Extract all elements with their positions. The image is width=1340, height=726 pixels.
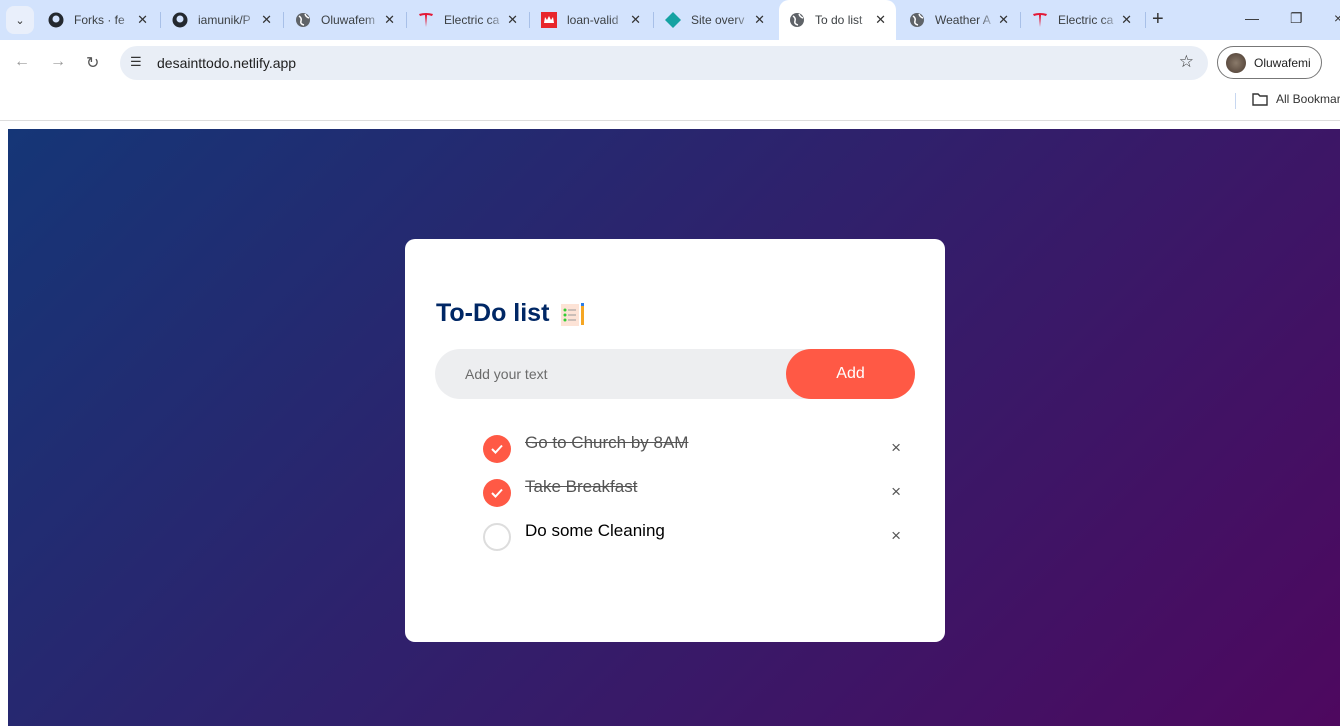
restore-button[interactable]: ❐ [1290,10,1303,27]
todo-item[interactable]: Go to Church by 8AM × [483,433,903,465]
globe-icon [295,12,311,28]
close-tab-icon[interactable]: ✕ [630,12,641,28]
reload-button[interactable]: ↻ [86,53,99,73]
browser-toolbar: ← → ↻ ☰ desainttodo.netlify.app ☆ Oluwaf… [0,40,1340,86]
tab-divider [653,12,654,28]
tab-strip: ⌄ Forks · fe ✕ iamunik/P ✕ Oluwafem ✕ Electric… [0,0,1340,40]
crown-icon [541,12,557,28]
bookmarks-bar: All Bookmarks [0,86,1340,121]
close-tab-icon[interactable]: ✕ [875,12,886,28]
close-tab-icon[interactable]: ✕ [1121,12,1132,28]
close-tab-icon[interactable]: ✕ [261,12,272,28]
close-tab-icon[interactable]: ✕ [507,12,518,28]
close-tab-icon[interactable]: ✕ [137,12,148,28]
tab-title: To do list [815,13,863,27]
tab-2[interactable]: Oluwafem ✕ [285,0,405,40]
tab-title: Oluwafem [321,13,376,27]
tab-divider [160,12,161,28]
profile-button[interactable]: Oluwafemi [1217,46,1322,79]
delete-icon[interactable]: × [891,526,901,546]
tab-4[interactable]: loan-valid ✕ [531,0,651,40]
todo-item[interactable]: Take Breakfast × [483,477,903,509]
checklist-icon [559,301,585,327]
todo-text: Go to Church by 8AM [525,433,689,452]
todo-text: Do some Cleaning [525,521,665,540]
address-bar[interactable]: ☰ desainttodo.netlify.app ☆ [120,46,1208,80]
close-tab-icon[interactable]: ✕ [384,12,395,28]
title-text: To-Do list [436,299,550,327]
tab-3[interactable]: Electric ca ✕ [408,0,528,40]
delete-icon[interactable]: × [891,438,901,458]
tab-divider [406,12,407,28]
tab-divider [283,12,284,28]
folder-icon [1252,93,1268,106]
tab-title: Electric ca [444,13,500,27]
checked-circle-icon[interactable] [483,479,511,507]
tesla-icon [1032,12,1048,28]
site-settings-icon[interactable]: ☰ [130,54,142,70]
divider [1235,93,1236,109]
url-text[interactable]: desainttodo.netlify.app [157,55,296,71]
tab-6[interactable]: To do list ✕ [779,0,896,40]
tab-divider [1020,12,1021,28]
tab-divider [1145,12,1146,28]
page-background: To-Do list Add Go to Church by 8AM×Take … [8,129,1340,726]
tesla-icon [418,12,434,28]
tab-title: Weather A [935,13,991,27]
back-button[interactable]: ← [14,53,30,71]
close-window-button[interactable]: × [1334,10,1340,26]
forward-button[interactable]: → [50,53,66,71]
tab-title: Site overv [691,13,745,27]
delete-icon[interactable]: × [891,482,901,502]
tab-1[interactable]: iamunik/P ✕ [162,0,282,40]
tab-title: Forks · fe [74,13,125,27]
bookmark-star-icon[interactable]: ☆ [1179,52,1194,72]
tab-0[interactable]: Forks · fe ✕ [38,0,158,40]
netlify-icon [665,12,681,28]
all-bookmarks-label: All Bookmarks [1276,92,1340,106]
tab-divider [529,12,530,28]
close-tab-icon[interactable]: ✕ [998,12,1009,28]
chevron-down-icon: ⌄ [15,14,25,27]
globe-icon [909,12,925,28]
new-tab-button[interactable]: + [1152,8,1164,31]
profile-name: Oluwafemi [1254,55,1311,70]
github-icon [48,12,64,28]
tab-title: iamunik/P [198,13,251,27]
page-title: To-Do list [436,299,585,328]
tab-title: Electric ca [1058,13,1114,27]
add-button[interactable]: Add [786,349,915,399]
minimize-button[interactable]: — [1245,10,1259,26]
todo-card: To-Do list Add Go to Church by 8AM×Take … [405,239,945,642]
todo-text: Take Breakfast [525,477,638,496]
add-task-row: Add [435,349,915,399]
tab-7[interactable]: Weather A ✕ [899,0,1019,40]
avatar [1226,52,1246,73]
close-tab-icon[interactable]: ✕ [754,12,765,28]
tab-search-button[interactable]: ⌄ [6,6,34,34]
unchecked-circle-icon[interactable] [483,523,511,551]
tab-8[interactable]: Electric ca ✕ [1022,0,1142,40]
all-bookmarks-button[interactable]: All Bookmarks [1252,92,1340,106]
tab-5[interactable]: Site overv ✕ [655,0,775,40]
todo-item[interactable]: Do some Cleaning × [483,521,903,553]
globe-icon [789,12,805,28]
checked-circle-icon[interactable] [483,435,511,463]
task-input[interactable] [435,349,795,399]
tab-title: loan-valid [567,13,619,27]
github-icon [172,12,188,28]
